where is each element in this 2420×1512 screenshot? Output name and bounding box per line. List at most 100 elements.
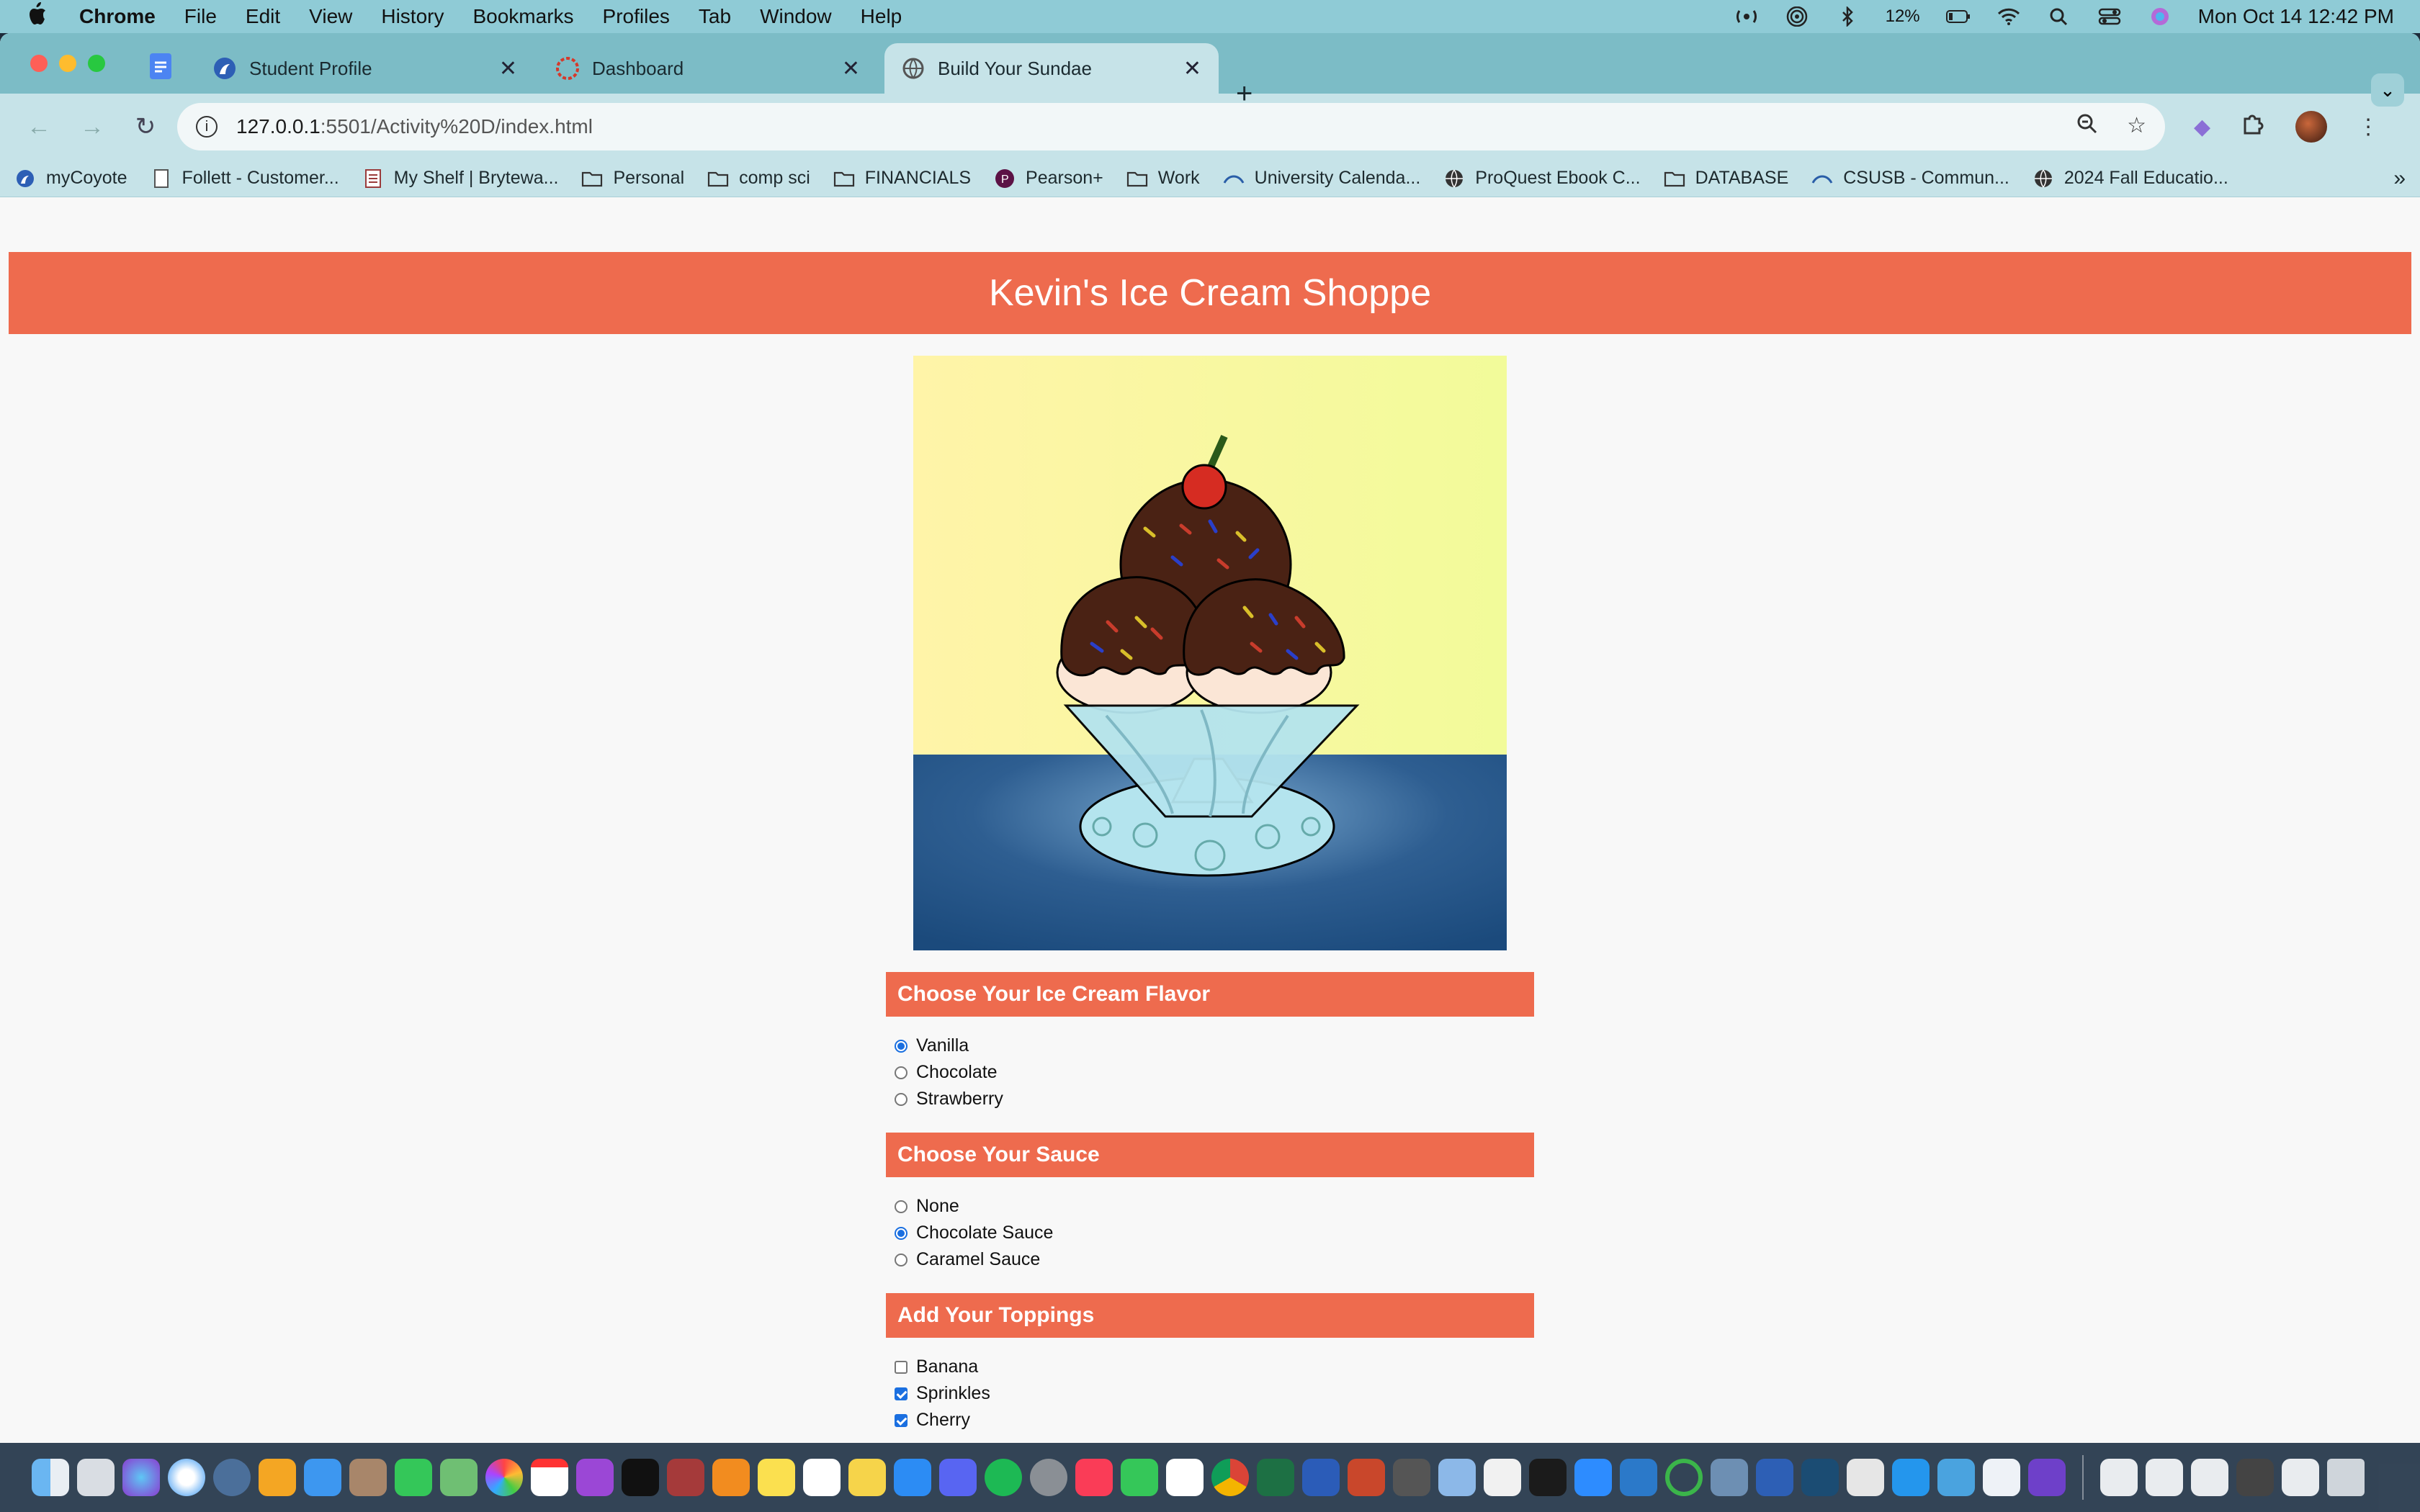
calendar-icon[interactable] xyxy=(531,1459,568,1496)
recent-window-icon[interactable] xyxy=(2191,1459,2228,1496)
system-settings-icon[interactable] xyxy=(1030,1459,1067,1496)
bookmark-item[interactable]: Follett - Customer... xyxy=(151,168,339,189)
recent-window-icon[interactable] xyxy=(2236,1459,2274,1496)
sauce-option-caramel[interactable]: Caramel Sauce xyxy=(886,1246,1534,1273)
menu-help[interactable]: Help xyxy=(861,5,902,28)
trash-icon[interactable] xyxy=(2327,1459,2365,1496)
radar-icon[interactable] xyxy=(1734,6,1759,27)
tab-build-your-sundae[interactable]: Build Your Sundae ✕ xyxy=(884,43,1219,94)
airdrop-icon[interactable] xyxy=(1785,6,1809,27)
stickies-icon[interactable] xyxy=(848,1459,886,1496)
sequel-icon[interactable] xyxy=(1756,1459,1793,1496)
recent-window-icon[interactable] xyxy=(2146,1459,2183,1496)
flavor-option-strawberry[interactable]: Strawberry xyxy=(886,1086,1534,1112)
back-arrow-icon[interactable]: ← xyxy=(17,105,60,148)
siri-icon[interactable] xyxy=(2148,6,2172,27)
close-icon[interactable]: ✕ xyxy=(842,56,860,81)
activity-ring-icon[interactable] xyxy=(1665,1459,1703,1496)
github-desktop-icon[interactable] xyxy=(2028,1459,2066,1496)
bookmark-item[interactable]: Personal xyxy=(581,168,684,189)
menu-file[interactable]: File xyxy=(184,5,217,28)
forward-arrow-icon[interactable]: → xyxy=(71,105,114,148)
launchpad-icon[interactable] xyxy=(77,1459,115,1496)
facetime-icon[interactable] xyxy=(395,1459,432,1496)
close-icon[interactable]: ✕ xyxy=(499,56,517,81)
profile-avatar[interactable] xyxy=(2295,111,2328,143)
close-window-button[interactable] xyxy=(30,55,48,72)
sauce-option-none[interactable]: None xyxy=(886,1193,1534,1220)
reminders-icon[interactable] xyxy=(803,1459,841,1496)
contacts-icon[interactable] xyxy=(349,1459,387,1496)
bookmark-item[interactable]: DATABASE xyxy=(1664,168,1788,189)
topping-option-sprinkles[interactable]: Sprinkles xyxy=(886,1380,1534,1407)
bookmark-item[interactable]: ProQuest Ebook C... xyxy=(1443,168,1641,189)
bookmark-star-icon[interactable]: ☆ xyxy=(2127,113,2146,140)
menubar-datetime[interactable]: Mon Oct 14 12:42 PM xyxy=(2198,5,2394,28)
zoom-window-button[interactable] xyxy=(88,55,105,72)
music-icon[interactable] xyxy=(1075,1459,1113,1496)
recent-window-icon[interactable] xyxy=(2100,1459,2138,1496)
vscode-icon[interactable] xyxy=(1620,1459,1657,1496)
checkbox[interactable] xyxy=(895,1360,908,1374)
bookmark-item[interactable]: CSUSB - Commun... xyxy=(1811,168,2009,189)
photos-icon[interactable] xyxy=(485,1459,523,1496)
calculator-icon[interactable] xyxy=(1393,1459,1430,1496)
sauce-option-chocolate[interactable]: Chocolate Sauce xyxy=(886,1220,1534,1246)
zoom-icon[interactable] xyxy=(1574,1459,1612,1496)
radio-button[interactable] xyxy=(895,1200,908,1213)
bookmarks-overflow-chevron-icon[interactable]: » xyxy=(2393,166,2406,191)
menu-window[interactable]: Window xyxy=(760,5,832,28)
menu-bookmarks[interactable]: Bookmarks xyxy=(472,5,573,28)
maps-icon[interactable] xyxy=(440,1459,478,1496)
podcasts-icon[interactable] xyxy=(576,1459,614,1496)
bookmark-item[interactable]: 2024 Fall Educatio... xyxy=(2033,168,2228,189)
site-info-icon[interactable]: i xyxy=(196,116,218,138)
word-icon[interactable] xyxy=(1302,1459,1340,1496)
finder-icon[interactable] xyxy=(32,1459,69,1496)
apple-tv-icon[interactable] xyxy=(622,1459,659,1496)
bookmark-item[interactable]: My Shelf | Brytewa... xyxy=(362,168,558,189)
minimize-window-button[interactable] xyxy=(59,55,76,72)
new-tab-button[interactable]: + xyxy=(1236,78,1252,110)
search-app-icon[interactable] xyxy=(213,1459,251,1496)
flavor-option-vanilla[interactable]: Vanilla xyxy=(886,1032,1534,1059)
radio-button[interactable] xyxy=(895,1253,908,1266)
preview-icon[interactable] xyxy=(1438,1459,1476,1496)
powerpoint-icon[interactable] xyxy=(1348,1459,1385,1496)
topping-option-cherry[interactable]: Cherry xyxy=(886,1407,1534,1434)
docker-icon[interactable] xyxy=(1892,1459,1930,1496)
menu-app-name[interactable]: Chrome xyxy=(79,5,156,28)
slack-icon[interactable] xyxy=(1166,1459,1204,1496)
wifi-icon[interactable] xyxy=(1996,6,2021,27)
bookmark-item[interactable]: Work xyxy=(1126,168,1200,189)
dictionary-icon[interactable] xyxy=(667,1459,704,1496)
tab-dashboard[interactable]: Dashboard ✕ xyxy=(539,43,877,94)
siri-app-icon[interactable] xyxy=(122,1459,160,1496)
bookmark-item[interactable]: P Pearson+ xyxy=(994,168,1103,189)
bluetooth-icon[interactable] xyxy=(1835,5,1860,28)
textedit-icon[interactable] xyxy=(1484,1459,1521,1496)
mysql-workbench-icon[interactable] xyxy=(1801,1459,1839,1496)
books-icon[interactable] xyxy=(712,1459,750,1496)
spotify-icon[interactable] xyxy=(985,1459,1022,1496)
safari-icon[interactable] xyxy=(168,1459,205,1496)
discord-icon[interactable] xyxy=(939,1459,977,1496)
checkbox[interactable] xyxy=(895,1413,908,1427)
tab-student-profile[interactable]: Student Profile ✕ xyxy=(196,43,534,94)
script-editor-icon[interactable] xyxy=(1847,1459,1884,1496)
radio-button[interactable] xyxy=(895,1039,908,1053)
battery-icon[interactable] xyxy=(1945,6,1971,27)
spotlight-search-icon[interactable] xyxy=(2047,6,2071,27)
google-docs-icon[interactable] xyxy=(150,53,171,79)
menu-view[interactable]: View xyxy=(309,5,352,28)
menu-history[interactable]: History xyxy=(381,5,444,28)
bookmark-item[interactable]: University Calenda... xyxy=(1223,168,1420,189)
mail-icon[interactable] xyxy=(304,1459,341,1496)
menu-edit[interactable]: Edit xyxy=(246,5,280,28)
virtualbox-icon[interactable] xyxy=(1711,1459,1748,1496)
chrome-icon[interactable] xyxy=(1211,1459,1249,1496)
topping-option-banana[interactable]: Banana xyxy=(886,1354,1534,1380)
notes-icon[interactable] xyxy=(758,1459,795,1496)
recent-window-icon[interactable] xyxy=(2282,1459,2319,1496)
menu-dots-icon[interactable]: ⋮ xyxy=(2357,114,2379,140)
